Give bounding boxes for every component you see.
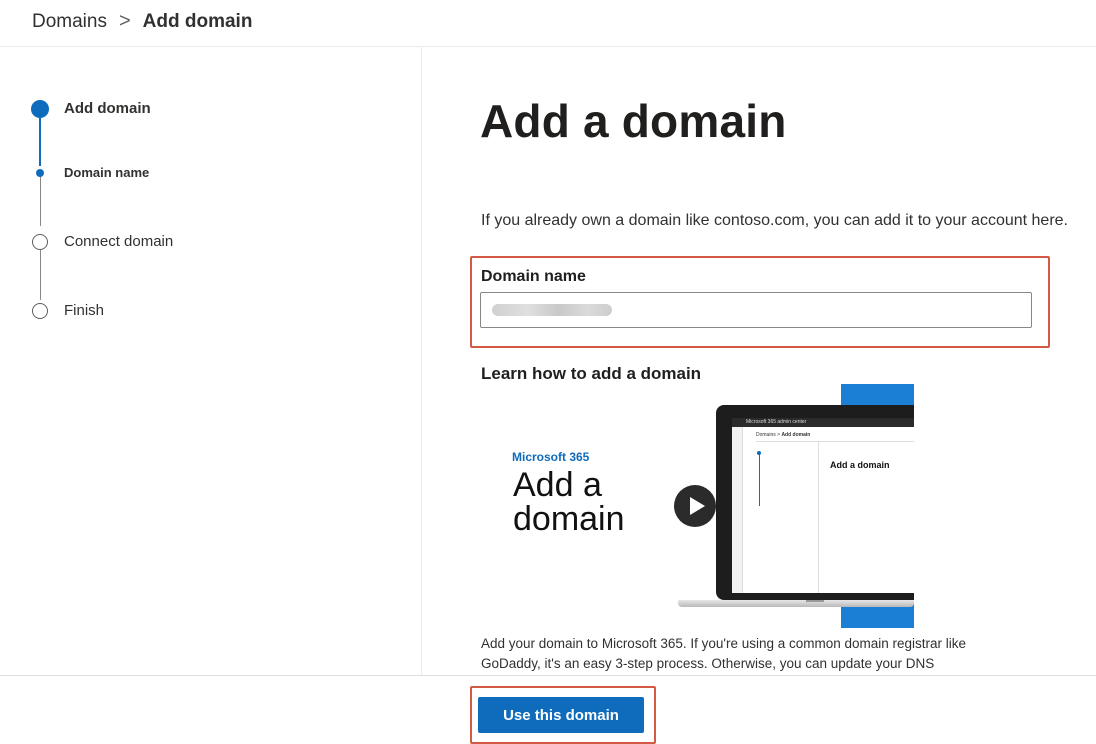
blurred-domain-value (492, 304, 612, 316)
video-headline: Add a domain (513, 466, 625, 538)
screen-breadcrumb-root: Domains (756, 432, 776, 438)
screen-app-bar: Microsoft 365 admin center (732, 418, 914, 427)
step-domain-name: Domain name (64, 165, 150, 180)
video-brand: Microsoft 365 (512, 450, 590, 464)
screen-breadcrumb-sep: > (777, 432, 781, 438)
screen-column-divider (818, 442, 819, 593)
step-current-indicator (31, 100, 49, 118)
header-divider (0, 46, 1096, 47)
step-pending-indicator (32, 234, 48, 250)
screen-app-title: Microsoft 365 admin center (746, 419, 807, 425)
intro-text: If you already own a domain like contoso… (481, 212, 1068, 229)
play-icon (690, 497, 705, 515)
breadcrumb-domains-link[interactable]: Domains (32, 11, 107, 33)
use-this-domain-button[interactable]: Use this domain (478, 697, 644, 733)
substep-current-indicator (36, 169, 44, 177)
screen-divider (756, 441, 914, 442)
screen-title: Add a domain (830, 460, 890, 470)
wizard-stepper: Add domain Domain name Connect domain Fi… (30, 96, 390, 336)
step-connect-domain: Connect domain (64, 233, 174, 250)
screen-breadcrumb: Domains > Add domain (756, 432, 810, 438)
step-pending-indicator (32, 303, 48, 319)
learn-heading: Learn how to add a domain (481, 364, 702, 383)
step-connector (40, 249, 41, 300)
breadcrumb-current: Add domain (142, 10, 253, 32)
breadcrumb-separator: > (118, 10, 131, 32)
breadcrumb: Domains > Add domain (32, 10, 252, 33)
step-add-domain: Add domain (64, 100, 151, 117)
screen-stepper-dot (757, 451, 761, 455)
step-connector-active (39, 116, 41, 166)
screen-stepper-line (759, 452, 760, 506)
description-text: Add your domain to Microsoft 365. If you… (481, 636, 967, 671)
step-connector (40, 176, 41, 226)
screen-breadcrumb-current: Add domain (781, 432, 811, 438)
step-finish: Finish (64, 302, 105, 319)
domain-name-label: Domain name (481, 268, 586, 285)
laptop-base (678, 600, 914, 607)
column-divider (421, 47, 422, 675)
page-title: Add a domain (480, 95, 787, 147)
video-thumbnail[interactable]: Microsoft 365 Add a domain Microsoft 365… (480, 384, 914, 628)
laptop-screen: Microsoft 365 admin center Domains > Add… (732, 418, 914, 593)
laptop-notch (806, 600, 824, 602)
screen-nav-rail (732, 427, 743, 593)
play-button[interactable] (674, 485, 716, 527)
